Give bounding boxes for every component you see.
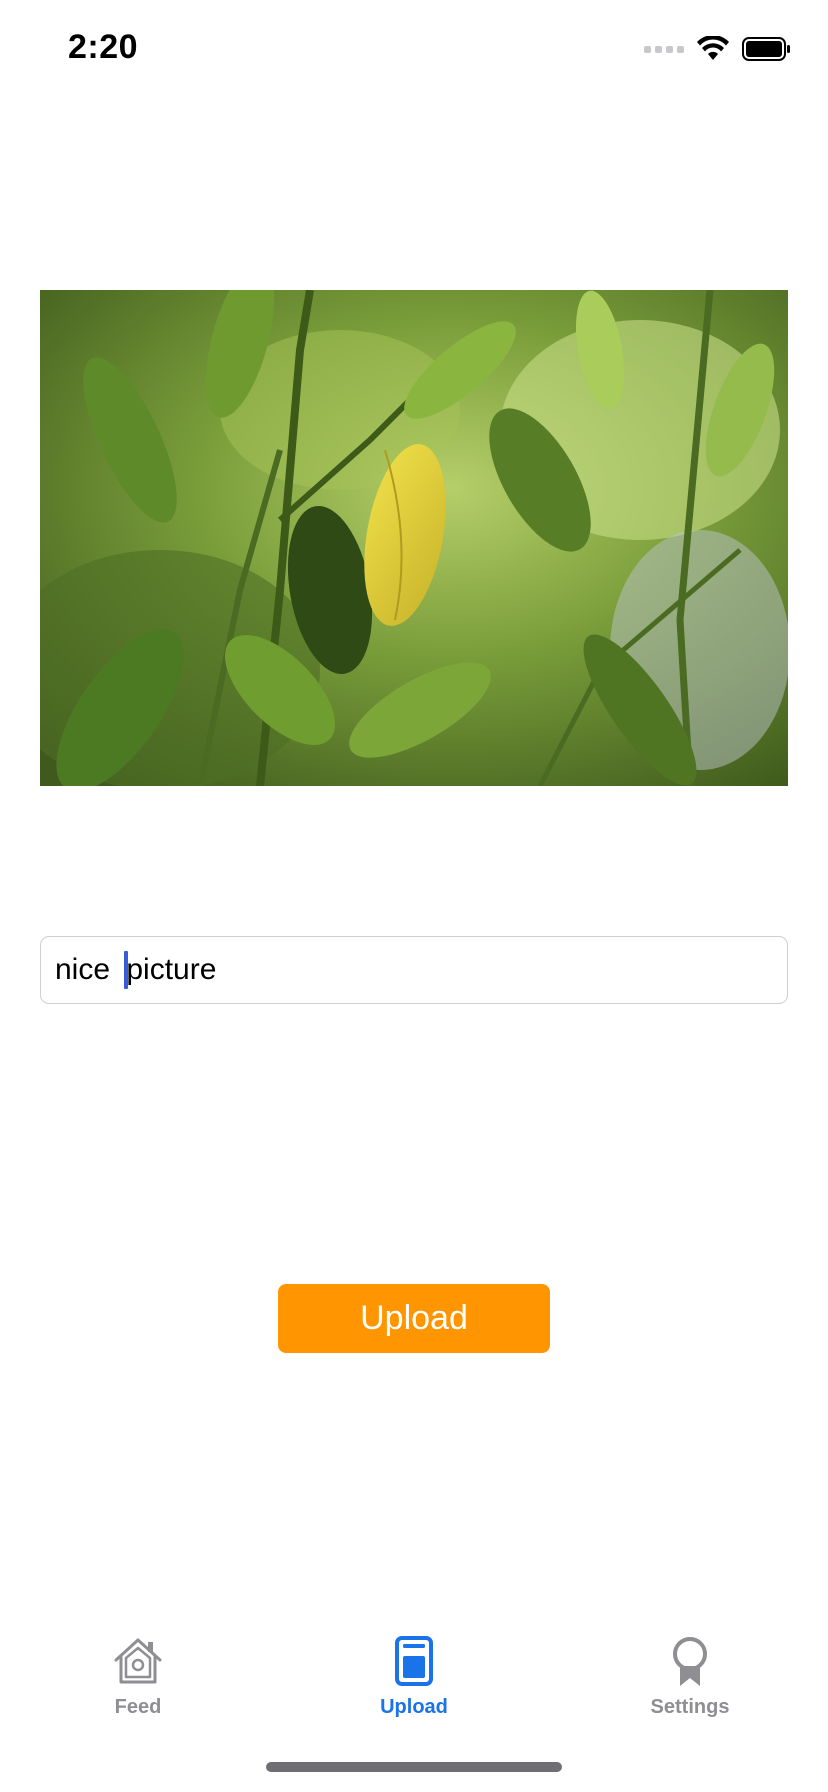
wifi-icon <box>697 36 729 60</box>
status-bar: 2:20 <box>0 0 828 100</box>
tab-feed-label: Feed <box>114 1696 162 1718</box>
home-indicator <box>266 1762 562 1772</box>
status-icons <box>644 36 792 62</box>
tab-settings[interactable]: Settings <box>552 1620 828 1730</box>
battery-icon <box>742 37 790 61</box>
caption-input[interactable]: nice picture <box>40 936 788 1004</box>
document-icon <box>395 1636 433 1686</box>
tab-upload[interactable]: Upload <box>276 1620 552 1730</box>
tab-settings-label: Settings <box>650 1696 730 1718</box>
status-time: 2:20 <box>68 28 139 66</box>
upload-button[interactable]: Upload <box>278 1284 550 1353</box>
uploaded-photo <box>40 290 788 786</box>
tab-feed[interactable]: Feed <box>0 1620 276 1730</box>
house-icon <box>114 1638 162 1684</box>
tab-upload-label: Upload <box>380 1696 448 1718</box>
award-icon <box>673 1637 707 1686</box>
signal-icon <box>644 45 684 53</box>
tab-bar: Feed Upload Settings <box>0 1620 828 1730</box>
caption-text-before-cursor: nice <box>55 953 119 986</box>
caption-text-after-cursor: picture <box>126 953 217 986</box>
